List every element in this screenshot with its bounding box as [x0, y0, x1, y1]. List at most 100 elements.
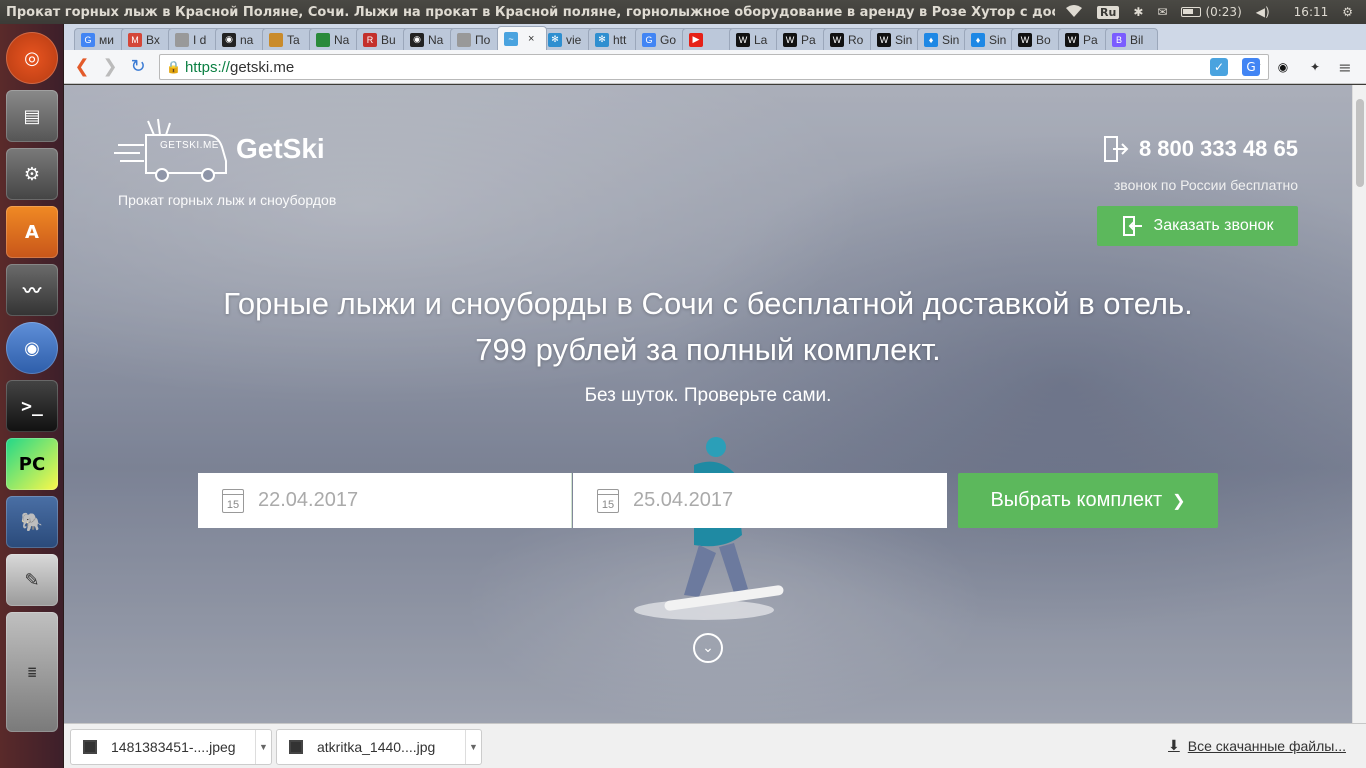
- postgresql-icon[interactable]: 🐘: [6, 496, 58, 548]
- lock-icon: 🔒: [166, 60, 181, 74]
- tab-label: По: [475, 32, 491, 47]
- tab-label: htt: [613, 32, 627, 47]
- tab-favicon-icon: ♦: [924, 32, 938, 47]
- scroll-down-button[interactable]: ⌄: [693, 633, 723, 663]
- browser-toolbar: ❮ ❯ ↻ 🔒 https:// getski.me ☆ ✓ G ◉ ✦ ≡: [64, 50, 1366, 84]
- reload-button[interactable]: ↻: [124, 56, 152, 77]
- tab-favicon-icon: ✻: [548, 32, 562, 47]
- browser-tab[interactable]: ♦ Sin: [964, 28, 1017, 50]
- choose-kit-label: Выбрать комплект: [990, 489, 1163, 511]
- browser-tab[interactable]: W Sin: [870, 28, 923, 50]
- browser-tab[interactable]: ~ ×: [497, 26, 547, 50]
- order-call-button[interactable]: Заказать звонок: [1097, 206, 1298, 246]
- download-filename: atkritka_1440....jpg: [317, 739, 436, 755]
- keyboard-layout-indicator[interactable]: Ru: [1097, 5, 1120, 19]
- system-monitor-icon[interactable]: 〰: [6, 264, 58, 316]
- download-filename: 1481383451-....jpeg: [111, 739, 236, 755]
- download-item[interactable]: 1481383451-....jpeg ▼: [70, 729, 272, 765]
- extension-icon-1[interactable]: ✓: [1210, 58, 1228, 76]
- pycharm-icon[interactable]: PC: [6, 438, 58, 490]
- tab-label: Вх: [146, 32, 160, 47]
- browser-tab[interactable]: ♦ Sin: [917, 28, 970, 50]
- tab-label: La: [754, 32, 768, 47]
- date-to-field[interactable]: 15 25.04.2017: [573, 473, 947, 528]
- browser-tab[interactable]: I d: [168, 28, 221, 50]
- browser-tab[interactable]: Gми: [74, 28, 127, 50]
- chromium-icon[interactable]: ◉: [6, 322, 58, 374]
- browser-tab[interactable]: B Bil: [1105, 28, 1158, 50]
- address-bar[interactable]: 🔒 https:// getski.me ☆: [159, 54, 1269, 80]
- url-host: getski.me: [229, 58, 295, 76]
- browser-tab[interactable]: W Pa: [776, 28, 829, 50]
- battery-indicator[interactable]: (0:23): [1181, 5, 1242, 19]
- tab-favicon-icon: W: [736, 32, 750, 47]
- tab-label: Pa: [1083, 32, 1098, 47]
- software-center-icon[interactable]: A: [6, 206, 58, 258]
- browser-tab[interactable]: W La: [729, 28, 782, 50]
- eye-icon[interactable]: ◉: [1274, 58, 1292, 76]
- tab-label: Na: [428, 32, 444, 47]
- system-top-panel: Прокат горных лыж в Красной Поляне, Сочи…: [0, 0, 1366, 24]
- back-button[interactable]: ❮: [68, 56, 96, 77]
- tab-favicon-icon: ◉: [222, 32, 236, 47]
- forward-button[interactable]: ❯: [96, 56, 124, 77]
- menu-icon[interactable]: ≡: [1336, 58, 1354, 77]
- tab-favicon-icon: G: [81, 32, 95, 47]
- browser-tab[interactable]: ◉ Na: [403, 28, 456, 50]
- hero-headline: Горные лыжи и сноуборды в Сочи с бесплат…: [64, 281, 1352, 373]
- tab-label: vie: [566, 32, 582, 47]
- paint-icon[interactable]: ✎: [6, 554, 58, 606]
- tab-label: Sin: [942, 32, 960, 47]
- downloads-shelf: 1481383451-....jpeg ▼ atkritka_1440....j…: [64, 723, 1366, 768]
- snowboarder-illustration: [634, 437, 784, 620]
- page-scrollbar[interactable]: [1352, 85, 1366, 723]
- evernote-icon[interactable]: ✦: [1306, 58, 1324, 76]
- tab-close-icon[interactable]: ×: [528, 33, 534, 45]
- clock[interactable]: 16:11: [1294, 5, 1329, 19]
- browser-tab[interactable]: Na: [309, 28, 362, 50]
- browser-tab[interactable]: W Pa: [1058, 28, 1111, 50]
- browser-tab[interactable]: ✻ vie: [541, 28, 594, 50]
- web-page: GETSKI.ME GetSki Прокат горных лыж и сно…: [64, 85, 1352, 723]
- system-settings-icon[interactable]: ⚙: [6, 148, 58, 200]
- translate-icon[interactable]: G: [1242, 58, 1260, 76]
- tab-favicon-icon: W: [830, 32, 844, 47]
- download-menu-button[interactable]: ▼: [255, 730, 271, 764]
- power-gear-icon[interactable]: ⚙: [1342, 5, 1353, 19]
- mail-icon[interactable]: ✉: [1157, 5, 1167, 19]
- browser-tab[interactable]: Ta: [262, 28, 315, 50]
- site-logo[interactable]: GETSKI.ME GetSki Прокат горных лыж и сно…: [114, 117, 336, 208]
- scrollbar-thumb[interactable]: [1356, 99, 1364, 187]
- tab-label: Na: [334, 32, 350, 47]
- phone-block[interactable]: 8 800 333 48 65: [1101, 135, 1298, 163]
- hero-subheadline: Без шуток. Проверьте сами.: [584, 385, 832, 406]
- browser-tab[interactable]: W Bo: [1011, 28, 1064, 50]
- choose-kit-button[interactable]: Выбрать комплект ❯: [958, 473, 1218, 528]
- browser-tab[interactable]: R Bu: [356, 28, 409, 50]
- date-from-field[interactable]: 15 22.04.2017: [198, 473, 572, 528]
- wifi-icon[interactable]: [1065, 4, 1083, 21]
- headline-line-1: Горные лыжи и сноуборды в Сочи с бесплат…: [223, 286, 1193, 321]
- window-title: Прокат горных лыж в Красной Поляне, Сочи…: [6, 4, 1055, 20]
- browser-tab[interactable]: W Ro: [823, 28, 876, 50]
- browser-tab[interactable]: ▶: [682, 28, 735, 50]
- browser-tab[interactable]: ✻ htt: [588, 28, 641, 50]
- ubuntu-dash-icon[interactable]: ◎: [6, 32, 58, 84]
- volume-icon[interactable]: ◀): [1256, 5, 1270, 19]
- headline-line-2: 799 рублей за полный комплект.: [475, 332, 941, 367]
- all-downloads-link[interactable]: ⬇ Все скачанные файлы...: [1168, 737, 1346, 754]
- terminal-icon[interactable]: >_: [6, 380, 58, 432]
- bluetooth-icon[interactable]: ✱: [1133, 5, 1143, 19]
- files-icon[interactable]: ▤: [6, 90, 58, 142]
- brand-tagline: Прокат горных лыж и сноубордов: [118, 192, 337, 208]
- tab-label: I d: [193, 32, 207, 47]
- date-to-value: 25.04.2017: [633, 489, 734, 511]
- download-item[interactable]: atkritka_1440....jpg ▼: [276, 729, 482, 765]
- browser-tab[interactable]: G Go: [635, 28, 688, 50]
- browser-tab[interactable]: По: [450, 28, 503, 50]
- browser-tab[interactable]: M Вх: [121, 28, 174, 50]
- download-menu-button[interactable]: ▼: [465, 730, 481, 764]
- tab-favicon-icon: [269, 32, 283, 47]
- browser-tab[interactable]: ◉ na: [215, 28, 268, 50]
- stacked-apps-icon[interactable]: ≣: [6, 612, 58, 732]
